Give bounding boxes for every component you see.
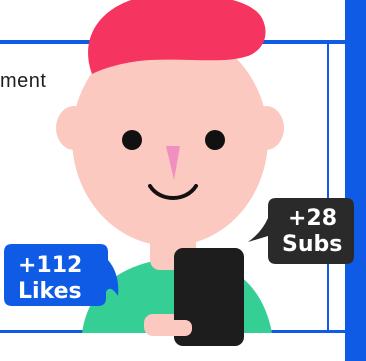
thumb [166, 320, 192, 336]
illustration-stage: ment +112 Likes +28 Subs [0, 0, 366, 361]
likes-count: +112 [18, 253, 82, 278]
avatar-illustration: +112 Likes +28 Subs [4, 0, 354, 346]
likes-badge: +112 Likes [4, 244, 119, 306]
likes-label: Likes [18, 279, 82, 304]
subs-badge: +28 Subs [248, 198, 354, 264]
left-eye [122, 130, 142, 150]
right-eye [205, 130, 225, 150]
subs-count: +28 [288, 206, 337, 231]
subs-label: Subs [282, 232, 342, 257]
